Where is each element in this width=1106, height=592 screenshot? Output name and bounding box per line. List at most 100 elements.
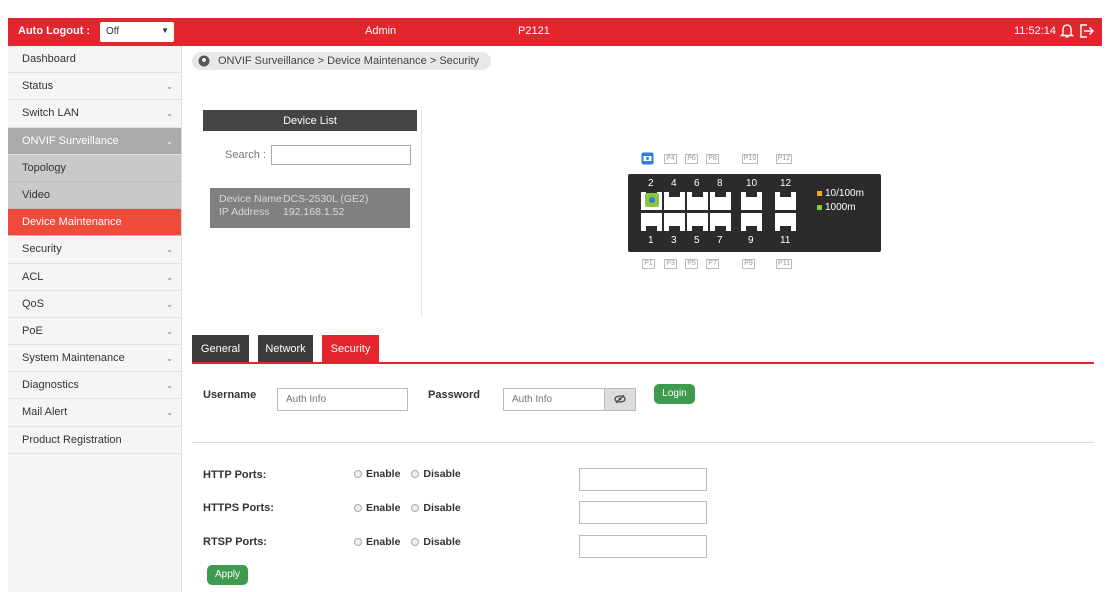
rtsp-disable-radio[interactable]: Disable (411, 536, 461, 548)
sidebar-item-acl[interactable]: ACL ⌄ (8, 264, 181, 291)
switch-port-3[interactable] (664, 213, 685, 231)
https-disable-radio[interactable]: Disable (411, 502, 461, 514)
chevron-down-icon: ⌄ (166, 245, 173, 255)
section-divider (192, 442, 1094, 443)
http-disable-radio[interactable]: Disable (411, 468, 461, 480)
switch-port-12[interactable] (775, 192, 796, 210)
http-enable-radio[interactable]: Enable (354, 468, 400, 480)
port-number: 6 (694, 178, 700, 189)
chevron-down-icon: ⌄ (166, 109, 173, 119)
switch-port-11[interactable] (775, 213, 796, 231)
connected-device-icon (645, 193, 659, 207)
bell-icon[interactable] (1060, 23, 1074, 39)
sidebar-item-device-maintenance[interactable]: Device Maintenance (8, 209, 181, 237)
breadcrumb-text: ONVIF Surveillance > Device Maintenance … (218, 55, 480, 67)
legend-1000m: 1000m (817, 202, 856, 213)
legend-label: 10/100m (825, 188, 864, 199)
sidebar-item-poe[interactable]: PoE ⌄ (8, 318, 181, 346)
chevron-down-icon: ⌄ (166, 299, 173, 309)
search-label: Search : (225, 149, 266, 161)
switch-panel: 2 4 6 8 10 12 1 3 5 7 9 11 10/100m 1000m (628, 174, 881, 252)
sidebar-item-qos[interactable]: QoS ⌄ (8, 291, 181, 318)
switch-port-9[interactable] (741, 213, 762, 231)
switch-port-7[interactable] (710, 213, 731, 231)
sidebar-item-label: Security (22, 243, 62, 256)
switch-port-6[interactable] (687, 192, 708, 210)
rtsp-port-input[interactable] (579, 535, 707, 558)
port-label-p1: P1 (642, 259, 655, 269)
radio-icon (354, 504, 362, 513)
sidebar-item-label: Topology (22, 161, 67, 174)
tab-network[interactable]: Network (258, 335, 313, 362)
password-field[interactable] (503, 388, 605, 411)
sidebar-item-mail-alert[interactable]: Mail Alert ⌄ (8, 399, 181, 427)
sidebar-item-security[interactable]: Security ⌄ (8, 236, 181, 264)
radio-label: Enable (366, 502, 401, 514)
sidebar-item-product-registration[interactable]: Product Registration (8, 427, 181, 454)
port-label-p6: P6 (685, 154, 698, 164)
sidebar-item-label: Switch LAN (22, 107, 79, 120)
http-ports-radio-group: Enable Disable (354, 468, 469, 480)
sidebar-item-topology[interactable]: Topology (8, 154, 181, 182)
port-number: 7 (717, 235, 723, 246)
http-port-input[interactable] (579, 468, 707, 491)
sidebar-item-onvif-surveillance[interactable]: ONVIF Surveillance ⌄ (8, 127, 181, 155)
radio-icon (411, 504, 420, 513)
tab-general[interactable]: General (192, 335, 249, 362)
radio-label: Enable (366, 536, 401, 548)
login-button[interactable]: Login (654, 384, 695, 404)
sidebar-item-switch-lan[interactable]: Switch LAN ⌄ (8, 100, 181, 128)
password-label: Password (428, 389, 480, 401)
sidebar-item-label: Video (22, 188, 50, 201)
apply-button[interactable]: Apply (207, 565, 248, 585)
caret-down-icon: ▼ (161, 26, 169, 35)
chevron-down-icon: ⌄ (166, 82, 173, 92)
breadcrumb: ONVIF Surveillance > Device Maintenance … (192, 52, 492, 70)
divider (421, 110, 422, 316)
port-number: 5 (694, 235, 700, 246)
tab-security[interactable]: Security (322, 335, 379, 362)
username-label: Username (203, 389, 257, 401)
device-card[interactable]: Device NameDCS-2530L (GE2) IP Address 192… (210, 188, 410, 228)
camera-icon[interactable] (641, 152, 654, 165)
radio-label: Disable (423, 468, 461, 480)
https-port-input[interactable] (579, 501, 707, 524)
sidebar-item-label: Product Registration (22, 433, 122, 446)
radio-icon (411, 470, 420, 479)
chevron-down-icon: ⌄ (166, 408, 173, 418)
sidebar-item-diagnostics[interactable]: Diagnostics ⌄ (8, 372, 181, 400)
legend-swatch (817, 190, 822, 196)
sidebar-item-system-maintenance[interactable]: System Maintenance ⌄ (8, 345, 181, 373)
https-enable-radio[interactable]: Enable (354, 502, 400, 514)
rtsp-ports-radio-group: Enable Disable (354, 536, 469, 548)
sidebar-item-label: System Maintenance (22, 352, 125, 365)
device-list-panel: Device List Search : Device NameDCS-2530… (203, 110, 422, 316)
username-field[interactable] (277, 388, 408, 411)
port-number: 1 (648, 235, 654, 246)
https-ports-label: HTTPS Ports: (203, 502, 274, 514)
rtsp-enable-radio[interactable]: Enable (354, 536, 400, 548)
sidebar-item-dashboard[interactable]: Dashboard (8, 46, 181, 74)
port-label-p9: P9 (742, 259, 755, 269)
device-name-key: Device Name (219, 193, 283, 205)
chevron-down-icon: ⌄ (166, 136, 173, 146)
search-input[interactable] (271, 145, 411, 165)
switch-port-5[interactable] (687, 213, 708, 231)
switch-port-10[interactable] (741, 192, 762, 210)
port-label-p11: P11 (776, 259, 792, 269)
switch-port-4[interactable] (664, 192, 685, 210)
username-display: Admin (365, 25, 397, 37)
sidebar-item-status[interactable]: Status ⌄ (8, 73, 181, 101)
switch-port-1[interactable] (641, 213, 662, 231)
chevron-down-icon: ⌄ (166, 326, 173, 336)
auto-logout-select[interactable]: Off ▼ (100, 22, 174, 42)
legend-label: 1000m (825, 202, 856, 213)
sidebar-item-label: QoS (22, 297, 45, 310)
sidebar-item-video[interactable]: Video (8, 181, 181, 210)
port-number: 11 (780, 235, 791, 246)
radio-label: Disable (423, 536, 461, 548)
logout-icon[interactable] (1078, 23, 1094, 39)
port-label-p10: P10 (742, 154, 758, 164)
switch-port-8[interactable] (710, 192, 731, 210)
eye-toggle-icon[interactable] (604, 388, 636, 411)
